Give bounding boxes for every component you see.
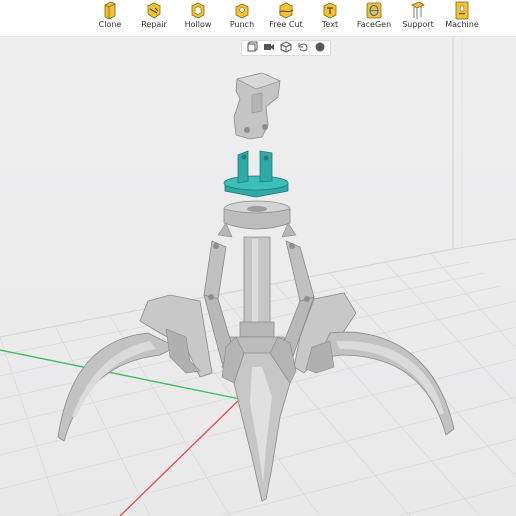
machine-icon: [455, 1, 469, 20]
support-icon: [411, 1, 425, 19]
claw-grabber-model[interactable]: [57, 72, 455, 502]
text-icon: [323, 2, 337, 19]
machine-button[interactable]: Machine: [435, 0, 489, 36]
x-axis-line: [119, 398, 241, 516]
front-claw-finger: [221, 336, 297, 502]
facegen-icon: [366, 2, 382, 19]
free-cut-icon: [278, 2, 294, 19]
top-toolbar: Clone Repair Hollow Punch Free Cut Text …: [0, 0, 516, 37]
sphere-view-icon[interactable]: [314, 41, 326, 53]
hub-part: [217, 200, 297, 238]
top-shackle-part: [233, 72, 281, 140]
solid-view-icon[interactable]: [246, 41, 258, 53]
teal-connector-part: [223, 150, 289, 198]
machine-label: Machine: [445, 20, 479, 29]
scene-canvas: [0, 37, 516, 516]
repair-icon: [147, 2, 161, 19]
view-controls-bar: [241, 40, 331, 56]
3d-viewport[interactable]: [0, 37, 516, 516]
cube-view-icon[interactable]: [280, 41, 292, 53]
reset-view-icon[interactable]: [297, 41, 309, 53]
left-claw-finger: [57, 294, 213, 442]
clone-icon: [104, 1, 116, 20]
camera-view-icon[interactable]: [263, 41, 275, 53]
hollow-icon: [191, 2, 205, 19]
punch-icon: [235, 3, 249, 19]
